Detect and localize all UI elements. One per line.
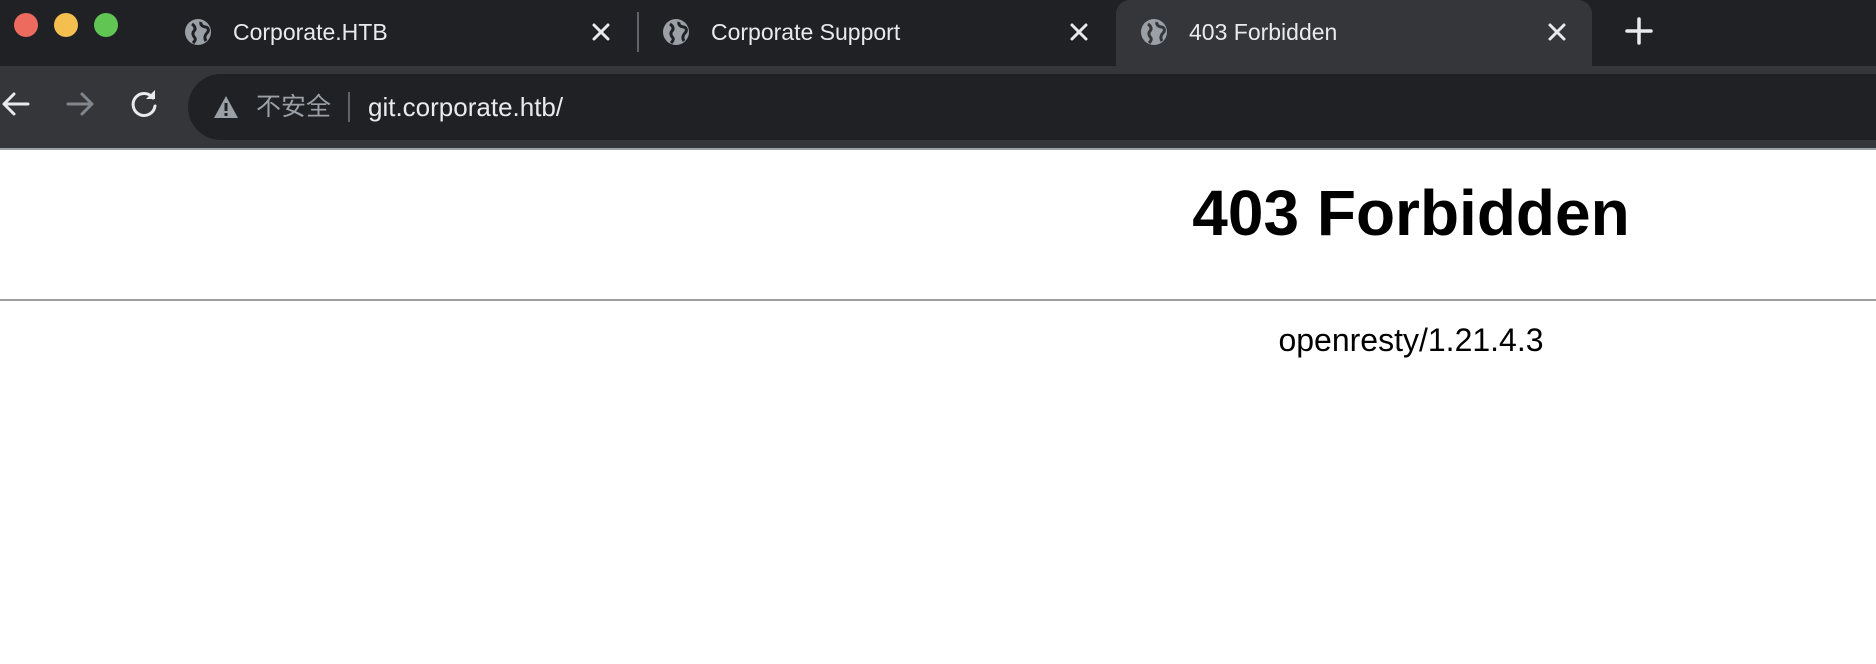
close-icon[interactable] xyxy=(1064,17,1094,47)
tab-corporate-support[interactable]: Corporate Support xyxy=(638,0,1114,64)
globe-icon xyxy=(185,19,211,45)
horizontal-rule xyxy=(0,299,1876,301)
security-status-label[interactable]: 不安全 xyxy=(256,91,331,123)
address-divider xyxy=(348,92,350,122)
tab-corporate-htb[interactable]: Corporate.HTB xyxy=(160,0,636,64)
globe-icon xyxy=(1141,19,1167,45)
page-heading: 403 Forbidden xyxy=(1192,177,1630,249)
server-signature: openresty/1.21.4.3 xyxy=(1278,322,1544,358)
warning-icon[interactable] xyxy=(212,94,240,120)
close-window-button[interactable] xyxy=(14,13,38,37)
back-button[interactable] xyxy=(0,86,34,122)
url-text[interactable]: git.corporate.htb/ xyxy=(368,90,563,124)
browser-toolbar: 不安全 git.corporate.htb/ xyxy=(0,66,1876,150)
globe-icon xyxy=(663,19,689,45)
maximize-window-button[interactable] xyxy=(94,13,118,37)
address-bar[interactable]: 不安全 git.corporate.htb/ xyxy=(188,74,1876,140)
tab-title: Corporate Support xyxy=(711,19,901,45)
tab-title: 403 Forbidden xyxy=(1189,19,1338,45)
tab-title: Corporate.HTB xyxy=(233,19,388,45)
minimize-window-button[interactable] xyxy=(54,13,78,37)
reload-button[interactable] xyxy=(126,86,162,122)
forward-button[interactable] xyxy=(62,86,98,122)
new-tab-button[interactable] xyxy=(1622,14,1656,48)
tab-strip: Corporate.HTB Corporate Support 403 Forb… xyxy=(0,0,1876,66)
close-icon[interactable] xyxy=(1542,17,1572,47)
close-icon[interactable] xyxy=(586,17,616,47)
page-content: 403 Forbidden openresty/1.21.4.3 xyxy=(0,150,1876,664)
tab-403-forbidden[interactable]: 403 Forbidden xyxy=(1116,0,1592,66)
